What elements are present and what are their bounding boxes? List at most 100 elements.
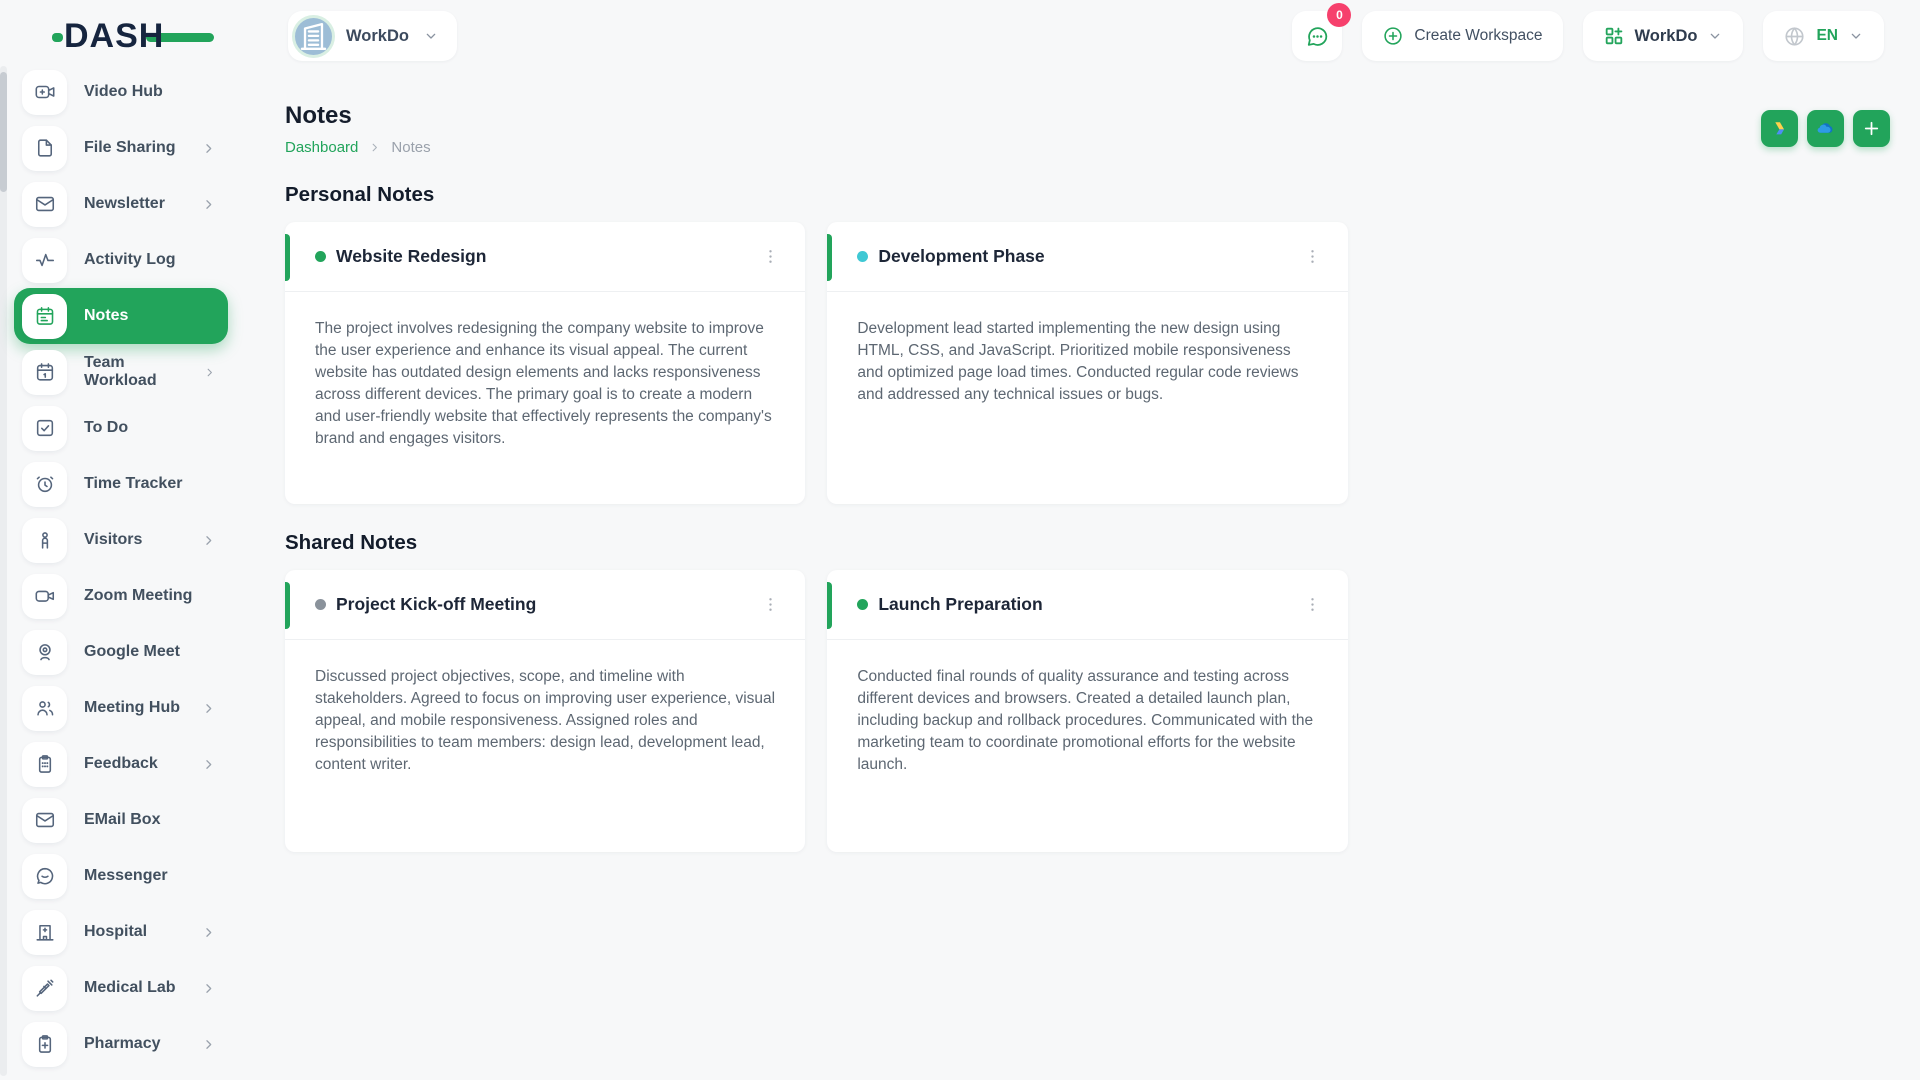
sidebar-item-feedback[interactable]: Feedback (14, 736, 228, 792)
chevron-right-icon (201, 981, 216, 996)
notes-grid: Project Kick-off Meeting Discussed proje… (285, 570, 1890, 852)
sidebar-item-label: Activity Log (84, 251, 176, 269)
breadcrumb: Dashboard Notes (285, 139, 431, 156)
team-workload-icon (34, 361, 56, 383)
sidebar-item-messenger[interactable]: Messenger (14, 848, 228, 904)
topbar: DASH WorkDo 0 Create Workspace WorkDo EN (0, 0, 1920, 62)
note-options-button[interactable] (755, 590, 785, 620)
notes-icon (34, 305, 56, 327)
notes-sections: Personal Notes Website Redesign The proj… (285, 183, 1890, 852)
sidebar-item-email-box[interactable]: EMail Box (14, 792, 228, 848)
visitors-icon (34, 529, 56, 551)
building-icon (295, 18, 332, 55)
language-selector[interactable]: EN (1763, 11, 1884, 61)
sidebar-item-meeting-hub[interactable]: Meeting Hub (14, 680, 228, 736)
note-title: Website Redesign (336, 246, 486, 267)
note-card-development-phase: Development Phase Development lead start… (827, 222, 1347, 504)
sidebar-item-notes[interactable]: Notes (14, 288, 228, 344)
chevron-right-icon (201, 533, 216, 548)
zoom-meeting-icon (34, 585, 56, 607)
sidebar-item-to-do[interactable]: To Do (14, 400, 228, 456)
add-note-button[interactable] (1853, 110, 1890, 147)
note-accent-stripe (827, 234, 832, 281)
dash-logo: DASH (64, 16, 240, 56)
breadcrumb-current: Notes (391, 139, 430, 156)
chevron-right-icon (203, 365, 216, 380)
sidebar: Video Hub File Sharing Newsletter Activi… (0, 62, 240, 1080)
video-hub-icon (34, 81, 56, 103)
todo-icon (34, 417, 56, 439)
logo-accent-tick (52, 33, 63, 42)
hospital-icon (34, 921, 56, 943)
sidebar-item-pharmacy[interactable]: Pharmacy (14, 1016, 228, 1072)
breadcrumb-dashboard-link[interactable]: Dashboard (285, 139, 358, 156)
google-drive-button[interactable] (1761, 110, 1798, 147)
messenger-icon (34, 865, 56, 887)
apps-menu-button[interactable]: WorkDo (1583, 11, 1744, 61)
chevron-right-icon (201, 757, 216, 772)
sidebar-item-video-hub[interactable]: Video Hub (14, 64, 228, 120)
google-drive-icon (1769, 118, 1790, 139)
note-options-button[interactable] (755, 242, 785, 272)
page-title: Notes (285, 102, 431, 130)
sidebar-item-label: Messenger (84, 867, 168, 885)
note-card-project-kick-off-meeting: Project Kick-off Meeting Discussed proje… (285, 570, 805, 852)
sidebar-item-label: To Do (84, 419, 128, 437)
sidebar-item-newsletter[interactable]: Newsletter (14, 176, 228, 232)
medical-lab-icon (34, 977, 56, 999)
sidebar-item-label: Pharmacy (84, 1035, 161, 1053)
sidebar-item-zoom-meeting[interactable]: Zoom Meeting (14, 568, 228, 624)
sidebar-item-label: Visitors (84, 531, 142, 549)
workspace-avatar (295, 18, 332, 55)
note-options-button[interactable] (1298, 242, 1328, 272)
chevron-right-icon (201, 925, 216, 940)
note-card-website-redesign: Website Redesign The project involves re… (285, 222, 805, 504)
sidebar-item-label: EMail Box (84, 811, 160, 829)
sidebar-item-hospital[interactable]: Hospital (14, 904, 228, 960)
globe-icon (1783, 25, 1806, 48)
create-workspace-button[interactable]: Create Workspace (1362, 11, 1562, 61)
page-header: Notes Dashboard Notes (285, 102, 1890, 156)
note-title: Launch Preparation (878, 594, 1042, 615)
onedrive-icon (1815, 118, 1836, 139)
sidebar-item-activity-log[interactable]: Activity Log (14, 232, 228, 288)
note-options-button[interactable] (1298, 590, 1328, 620)
time-tracker-icon (34, 473, 56, 495)
chevron-right-icon (201, 141, 216, 156)
sidebar-item-label: Team Workload (84, 354, 186, 390)
sidebar-item-label: Video Hub (84, 83, 163, 101)
messages-button[interactable]: 0 (1292, 11, 1342, 61)
note-accent-stripe (285, 234, 290, 281)
sidebar-item-label: Meeting Hub (84, 699, 180, 717)
kebab-menu-icon (1303, 595, 1322, 614)
apps-menu-label: WorkDo (1635, 27, 1698, 46)
note-accent-stripe (285, 582, 290, 629)
note-card-launch-preparation: Launch Preparation Conducted final round… (827, 570, 1347, 852)
sidebar-item-visitors[interactable]: Visitors (14, 512, 228, 568)
main-content: Notes Dashboard Notes Personal Notes Web… (240, 62, 1920, 1080)
workspace-selector[interactable]: WorkDo (288, 11, 457, 61)
sidebar-item-team-workload[interactable]: Team Workload (14, 344, 228, 400)
note-text: Development lead started implementing th… (827, 292, 1347, 436)
chat-icon (1305, 24, 1330, 49)
note-text: The project involves redesigning the com… (285, 292, 805, 480)
onedrive-button[interactable] (1807, 110, 1844, 147)
sidebar-item-label: Zoom Meeting (84, 587, 192, 605)
sidebar-item-label: Medical Lab (84, 979, 176, 997)
logo-text: DASH (64, 17, 164, 55)
sidebar-item-label: Newsletter (84, 195, 165, 213)
sidebar-item-medical-lab[interactable]: Medical Lab (14, 960, 228, 1016)
chevron-right-icon (201, 197, 216, 212)
sidebar-item-google-meet[interactable]: Google Meet (14, 624, 228, 680)
note-text: Conducted final rounds of quality assura… (827, 640, 1347, 806)
note-text: Discussed project objectives, scope, and… (285, 640, 805, 806)
sidebar-item-label: Hospital (84, 923, 147, 941)
plus-circle-icon (1382, 25, 1404, 47)
kebab-menu-icon (1303, 247, 1322, 266)
create-workspace-label: Create Workspace (1414, 27, 1542, 45)
note-status-dot (315, 599, 326, 610)
sidebar-item-file-sharing[interactable]: File Sharing (14, 120, 228, 176)
feedback-icon (34, 753, 56, 775)
sidebar-item-label: Google Meet (84, 643, 180, 661)
sidebar-item-time-tracker[interactable]: Time Tracker (14, 456, 228, 512)
